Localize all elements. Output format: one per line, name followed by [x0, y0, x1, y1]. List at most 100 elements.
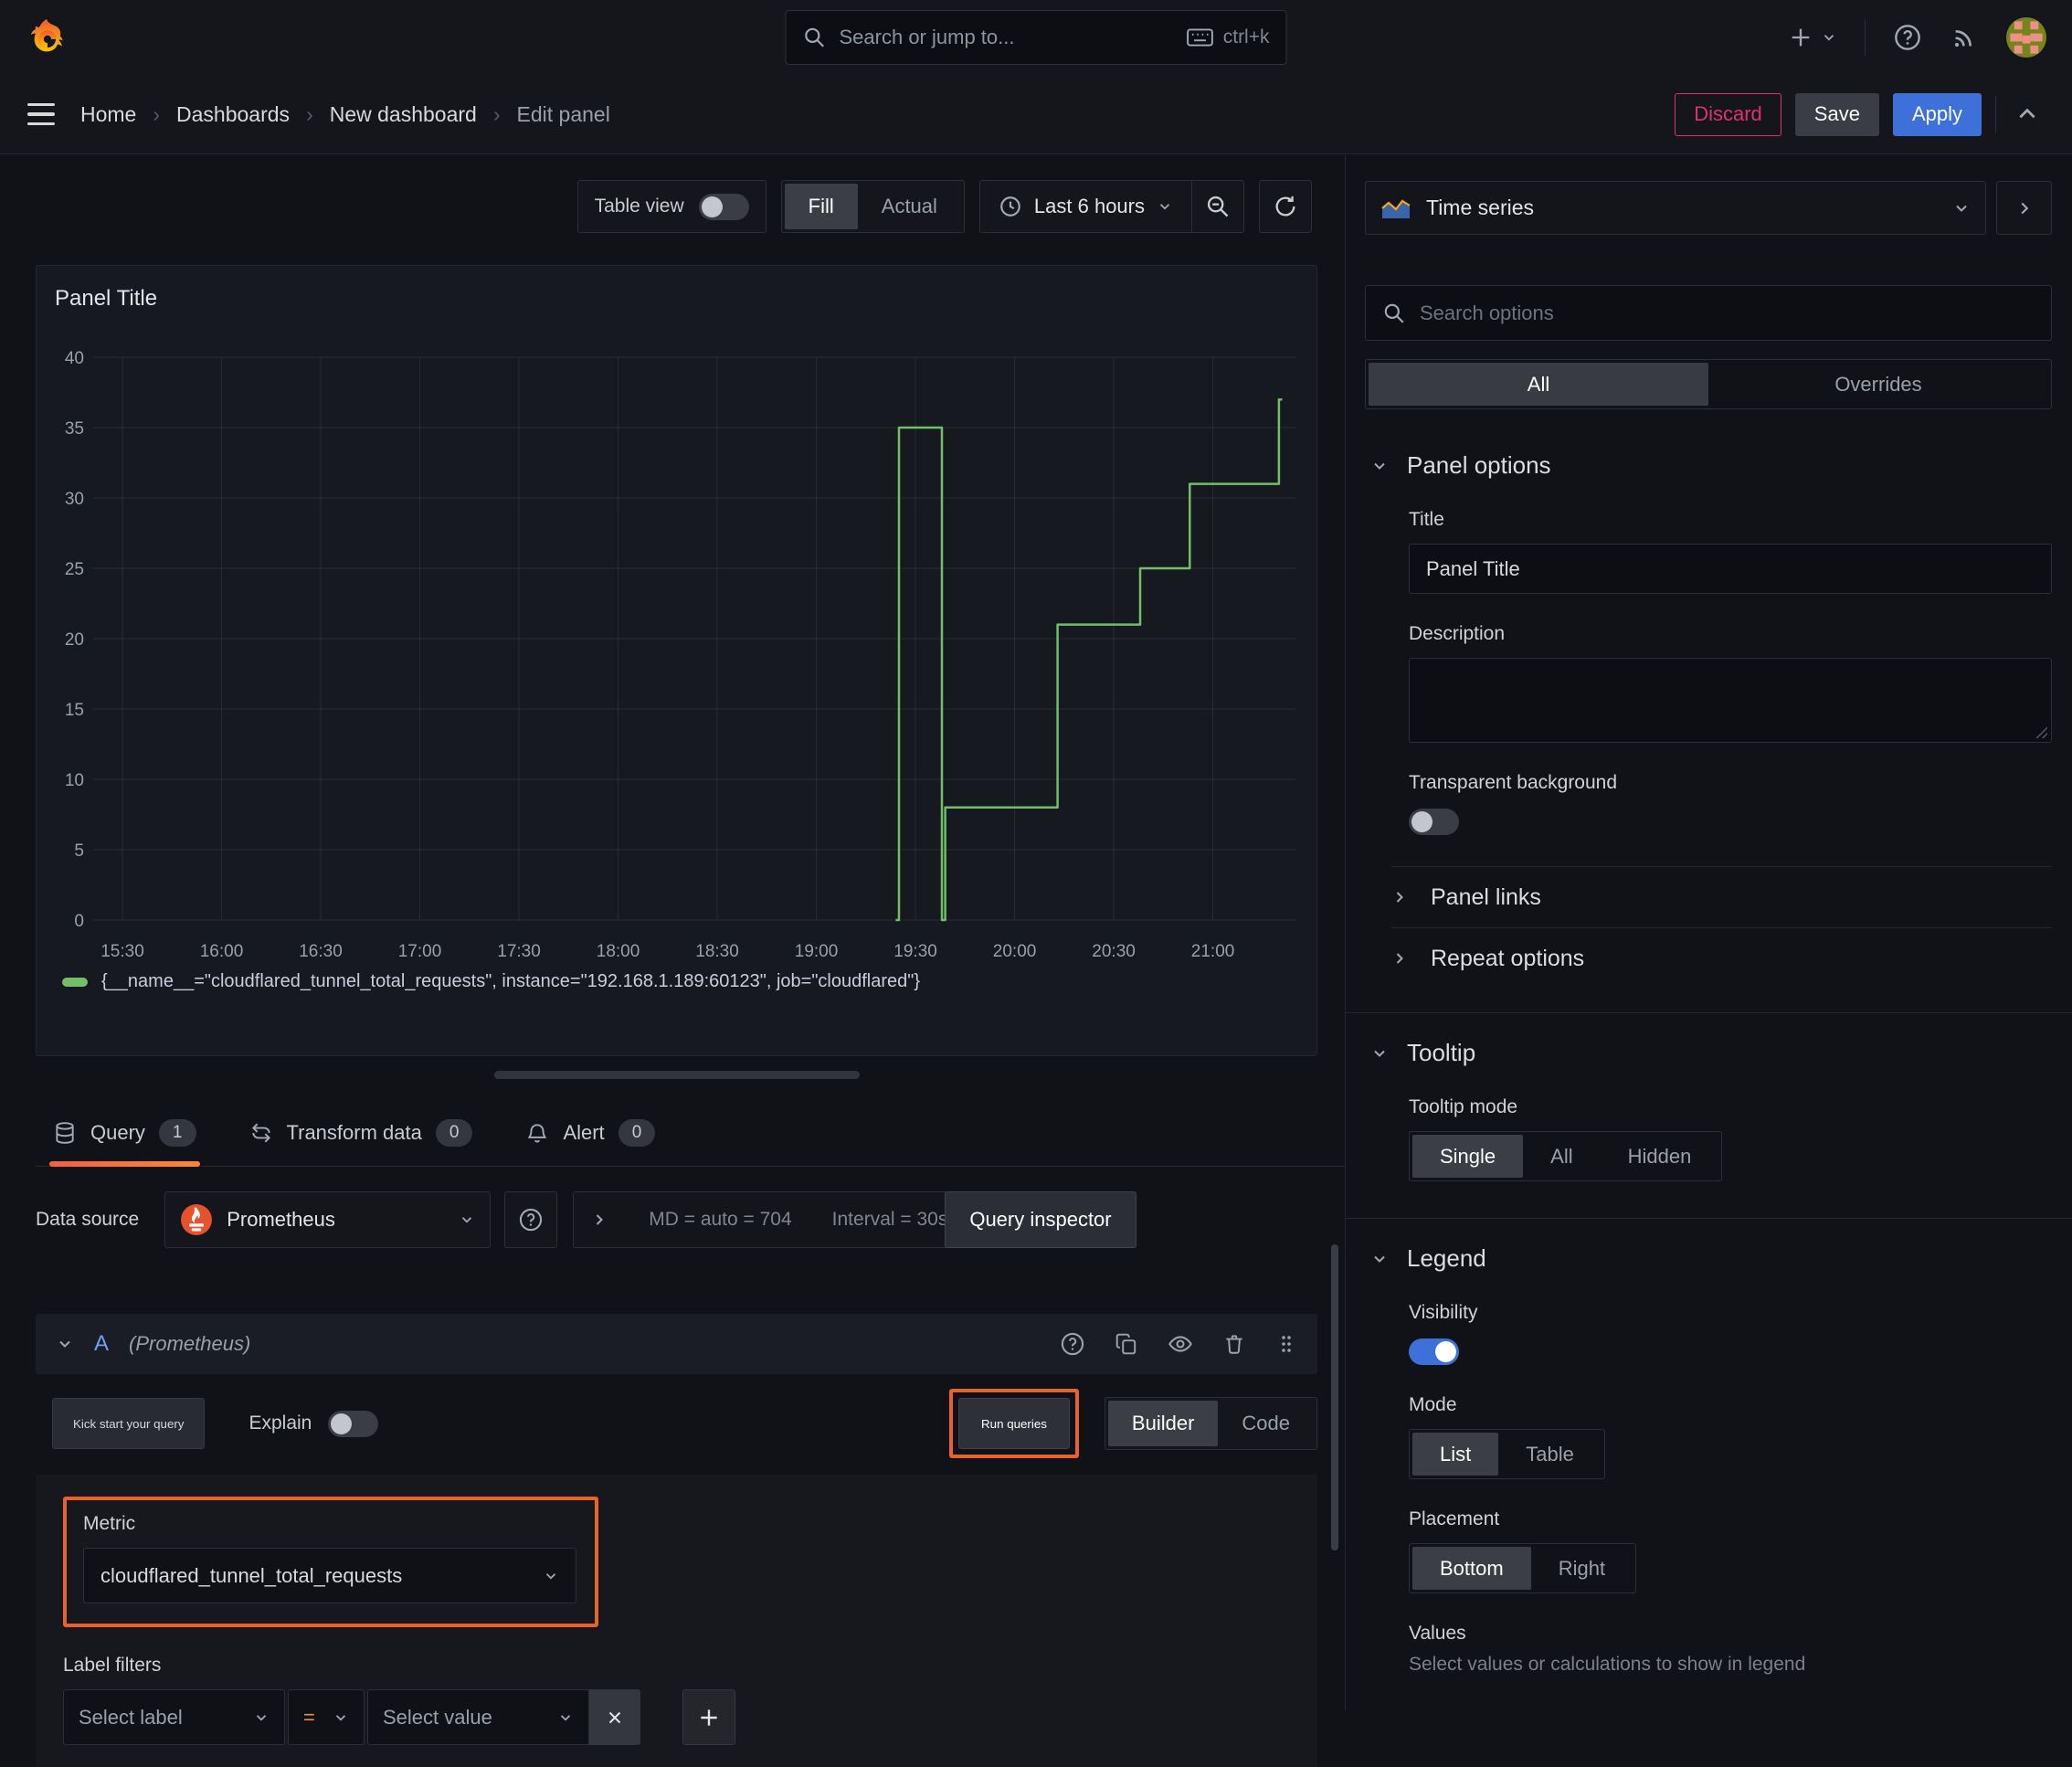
tooltip-hidden-option[interactable]: Hidden: [1601, 1135, 1719, 1178]
tooltip-all-option[interactable]: All: [1523, 1135, 1600, 1178]
save-button[interactable]: Save: [1794, 92, 1879, 136]
svg-text:30: 30: [65, 490, 84, 509]
datasource-help-button[interactable]: [504, 1191, 558, 1248]
repeat-options-section[interactable]: Repeat options: [1365, 928, 2052, 989]
drag-handle[interactable]: [1275, 1332, 1297, 1356]
select-label-dropdown[interactable]: Select label: [63, 1689, 285, 1745]
legend-table-option[interactable]: Table: [1498, 1433, 1602, 1476]
breadcrumb-dashboards[interactable]: Dashboards: [176, 102, 290, 127]
tab-alert[interactable]: Alert 0: [525, 1100, 656, 1166]
chart-svg: 0 5 10 15 20 25 30 35 40 15:30 16:00 16:30 17:00 17:3…: [65, 349, 1295, 961]
svg-text:20:00: 20:00: [993, 942, 1037, 961]
chevron-right-icon: [1396, 953, 1403, 964]
transparent-background-label: Transparent background: [1409, 772, 1618, 793]
transparent-background-toggle[interactable]: [1409, 809, 1459, 835]
delete-query-button[interactable]: [1222, 1332, 1246, 1356]
search-input[interactable]: [839, 26, 1174, 49]
global-search[interactable]: ctrl+k: [785, 10, 1287, 65]
query-inspector-button[interactable]: Query inspector: [945, 1191, 1136, 1248]
vertical-scrollbar[interactable]: [1331, 1244, 1338, 1550]
panel-title-input[interactable]: [1409, 544, 2052, 594]
table-view-toggle[interactable]: [698, 193, 749, 220]
svg-text:15: 15: [65, 701, 84, 720]
chevron-down-icon: [1374, 1050, 1385, 1057]
chevron-down-icon: [1956, 205, 1967, 212]
menu-toggle-button[interactable]: [27, 102, 55, 126]
zoom-out-button[interactable]: [1192, 181, 1243, 232]
apply-button[interactable]: Apply: [1892, 92, 1982, 136]
toggle-visibility-button[interactable]: [1168, 1331, 1193, 1357]
add-filter-button[interactable]: [682, 1689, 735, 1745]
fill-option[interactable]: Fill: [784, 184, 858, 229]
placement-right-option[interactable]: Right: [1531, 1547, 1633, 1590]
workspace: Table view Fill Actual Last 6 hours Pane…: [0, 155, 2072, 1767]
kick-start-query-button[interactable]: Kick start your query: [52, 1398, 206, 1449]
refresh-button[interactable]: [1260, 181, 1311, 232]
new-menu-button[interactable]: [1788, 25, 1837, 50]
legend-header[interactable]: Legend: [1365, 1244, 2052, 1273]
panel-view-toolbar: Table view Fill Actual Last 6 hours: [576, 180, 1312, 233]
legend-series-name[interactable]: {__name__="cloudflared_tunnel_total_requ…: [101, 971, 920, 992]
actual-option[interactable]: Actual: [858, 184, 961, 229]
panel-options-header[interactable]: Panel options: [1365, 451, 2052, 480]
svg-text:17:30: 17:30: [497, 942, 541, 961]
tab-transform-data[interactable]: Transform data 0: [249, 1100, 473, 1166]
run-queries-button[interactable]: Run queries: [958, 1398, 1070, 1449]
news-button[interactable]: [1950, 23, 1979, 52]
tab-overrides[interactable]: Overrides: [1708, 363, 2048, 406]
collapse-options-button[interactable]: [2010, 102, 2045, 126]
refresh-icon: [1275, 196, 1295, 217]
explain-label: Explain: [248, 1413, 312, 1434]
section-divider: [1346, 1218, 2072, 1219]
metric-select[interactable]: cloudflared_tunnel_total_requests: [83, 1548, 576, 1603]
query-row-header[interactable]: A (Prometheus): [36, 1314, 1317, 1374]
timeseries-chart[interactable]: 0 5 10 15 20 25 30 35 40 15:30 16:00 16:30 17:00 17:3…: [51, 337, 1304, 968]
tooltip-single-option[interactable]: Single: [1412, 1135, 1524, 1178]
metric-highlight: Metric cloudflared_tunnel_total_requests: [63, 1497, 598, 1627]
chevron-down-icon: [1374, 1255, 1385, 1263]
panel-resize-handle[interactable]: [494, 1071, 860, 1079]
chevron-down-icon: [1374, 462, 1385, 470]
time-range-label: Last 6 hours: [1033, 195, 1145, 217]
avatar[interactable]: [2006, 17, 2046, 58]
select-value-dropdown[interactable]: Select value: [367, 1689, 589, 1745]
query-help-button[interactable]: [1060, 1331, 1085, 1357]
help-button[interactable]: [1893, 23, 1922, 52]
viz-suggestions-button[interactable]: [1996, 181, 2052, 235]
tooltip-mode-label: Tooltip mode: [1409, 1096, 1518, 1117]
legend-swatch[interactable]: [62, 977, 88, 987]
svg-text:0: 0: [74, 912, 84, 931]
remove-filter-button[interactable]: [589, 1689, 640, 1745]
datasource-picker[interactable]: Prometheus: [164, 1191, 492, 1248]
explain-toggle[interactable]: [328, 1410, 379, 1437]
legend-list-option[interactable]: List: [1412, 1433, 1499, 1476]
visualization-picker[interactable]: Time series: [1365, 181, 1986, 235]
builder-option[interactable]: Builder: [1107, 1401, 1219, 1446]
panel-links-section[interactable]: Panel links: [1365, 867, 2052, 927]
visualization-name: Time series: [1426, 196, 1534, 219]
tooltip-header[interactable]: Tooltip: [1365, 1039, 2052, 1067]
legend-visibility-toggle[interactable]: [1409, 1338, 1459, 1365]
code-option[interactable]: Code: [1218, 1401, 1314, 1446]
tab-all[interactable]: All: [1369, 363, 1708, 406]
breadcrumb-new-dashboard[interactable]: New dashboard: [330, 102, 477, 127]
explain-control: Explain: [248, 1410, 379, 1437]
description-label: Description: [1409, 623, 1506, 644]
options-search[interactable]: [1365, 285, 2052, 341]
query-options-collapsed[interactable]: MD = auto = 704 Interval = 30s: [573, 1191, 969, 1248]
placement-bottom-option[interactable]: Bottom: [1412, 1547, 1531, 1590]
grafana-logo[interactable]: [26, 16, 68, 58]
resize-grip-icon[interactable]: [2035, 725, 2047, 738]
operator-dropdown[interactable]: =: [288, 1689, 365, 1745]
tab-query[interactable]: Query 1: [49, 1100, 199, 1167]
tab-alert-count: 0: [618, 1119, 656, 1147]
description-textarea[interactable]: [1409, 658, 2052, 743]
table-view-control: Table view: [576, 180, 766, 233]
breadcrumb-home[interactable]: Home: [80, 102, 136, 127]
time-range-picker[interactable]: Last 6 hours: [980, 195, 1191, 218]
discard-button[interactable]: Discard: [1675, 92, 1781, 136]
options-search-input[interactable]: [1420, 301, 2035, 325]
max-data-points: MD = auto = 704: [649, 1209, 792, 1230]
duplicate-query-button[interactable]: [1115, 1332, 1138, 1356]
panel-title[interactable]: Panel Title: [51, 286, 1304, 312]
